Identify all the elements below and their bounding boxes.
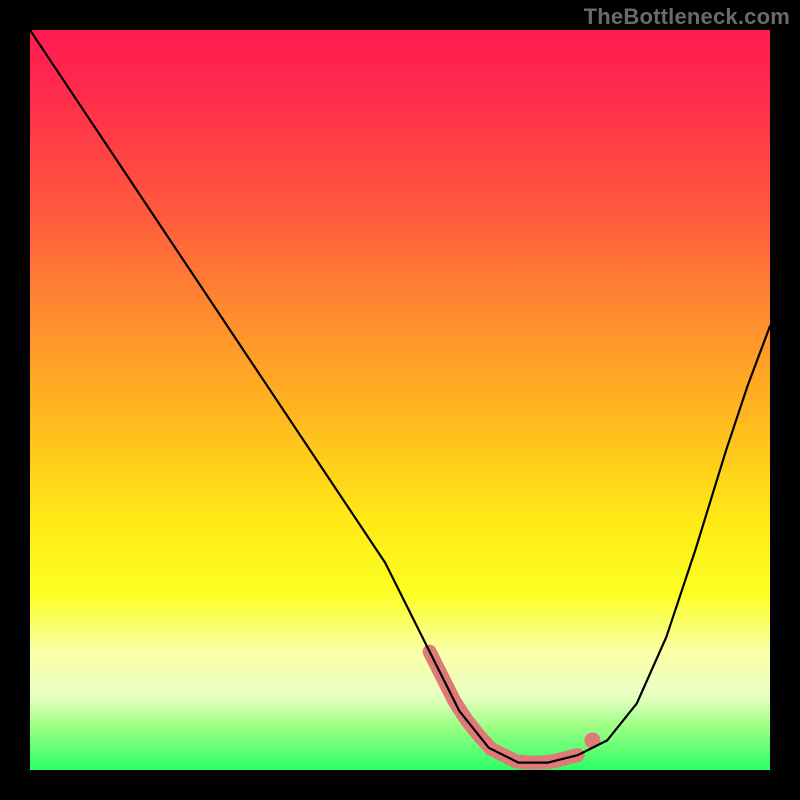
watermark-text: TheBottleneck.com bbox=[584, 4, 790, 30]
bottleneck-curve bbox=[30, 30, 770, 763]
curve-svg bbox=[30, 30, 770, 770]
optimal-region-highlight bbox=[430, 652, 578, 763]
chart-stage: TheBottleneck.com bbox=[0, 0, 800, 800]
plot-area bbox=[30, 30, 770, 770]
